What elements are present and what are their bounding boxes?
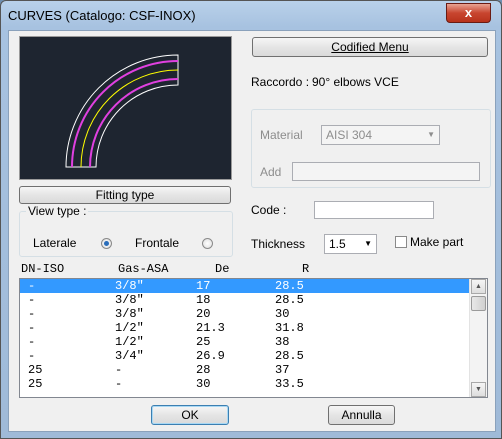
cell-gas-asa: -	[115, 363, 123, 377]
cell-r: 33.5	[275, 377, 304, 391]
elbow-preview	[19, 36, 232, 180]
cell-dn-iso: 25	[28, 363, 43, 377]
window-title: CURVES (Catalogo: CSF-INOX)	[8, 8, 196, 23]
dialog-window: CURVES (Catalogo: CSF-INOX) x Codified M…	[0, 0, 502, 439]
cell-de: 18	[196, 293, 211, 307]
elbow-inner-wall	[71, 60, 179, 168]
elbow-centerline	[80, 69, 179, 168]
ok-label: OK	[181, 408, 199, 422]
material-group: Material AISI 304 ▼ Add	[251, 109, 491, 188]
dialog-body: Codified Menu Raccordo : 90° elbows VCE …	[8, 30, 496, 432]
cell-r: 31.8	[275, 321, 304, 335]
title-bar[interactable]: CURVES (Catalogo: CSF-INOX) x	[1, 1, 501, 29]
cell-gas-asa: 3/4"	[115, 349, 144, 363]
thickness-value: 1.5	[329, 237, 346, 251]
cancel-label: Annulla	[341, 408, 382, 422]
cell-de: 30	[196, 377, 211, 391]
cell-dn-iso: -	[28, 307, 36, 321]
close-button[interactable]: x	[446, 3, 491, 23]
cell-de: 20	[196, 307, 211, 321]
table-row[interactable]: - 1/2" 21.3 31.8	[20, 321, 470, 335]
scroll-thumb[interactable]	[471, 296, 486, 311]
cell-dn-iso: -	[28, 279, 36, 293]
cell-de: 25	[196, 335, 211, 349]
cell-r: 28.5	[275, 293, 304, 307]
cell-gas-asa: 1/2"	[115, 321, 144, 335]
table-row[interactable]: 25 - 28 37	[20, 363, 470, 377]
table-row[interactable]: - 3/4" 26.9 28.5	[20, 349, 470, 363]
thickness-select[interactable]: 1.5 ▼	[324, 234, 377, 254]
code-label: Code :	[251, 203, 287, 217]
cell-de: 28	[196, 363, 211, 377]
cell-dn-iso: -	[28, 293, 36, 307]
table-row[interactable]: - 3/8" 18 28.5	[20, 293, 470, 307]
table-row[interactable]: - 3/8" 17 28.5	[20, 279, 470, 293]
cell-r: 38	[275, 335, 290, 349]
cell-dn-iso: -	[28, 335, 36, 349]
cell-gas-asa: 3/8"	[115, 307, 144, 321]
material-select[interactable]: AISI 304 ▼	[321, 125, 440, 145]
vertical-scrollbar[interactable]: ▲ ▼	[469, 279, 487, 397]
scroll-up-icon[interactable]: ▲	[471, 279, 486, 294]
cell-dn-iso: -	[28, 321, 36, 335]
column-header-dn-iso: DN-ISO	[21, 262, 65, 276]
cancel-button[interactable]: Annulla	[328, 405, 395, 425]
add-field[interactable]	[292, 162, 480, 181]
elbow-drawing	[65, 54, 179, 168]
view-type-group: View type : Laterale Frontale	[19, 204, 233, 257]
cell-dn-iso: 25	[28, 377, 43, 391]
make-part-checkbox[interactable]	[395, 236, 407, 248]
frontal-radio[interactable]	[202, 238, 213, 249]
chevron-down-icon: ▼	[427, 130, 435, 139]
sizes-list[interactable]: - 3/8" 17 28.5 - 3/8" 18 28.5 - 3/8" 20 …	[19, 278, 488, 398]
material-value: AISI 304	[326, 128, 373, 142]
column-header-de: De	[215, 262, 230, 276]
cell-r: 37	[275, 363, 290, 377]
ok-button[interactable]: OK	[151, 405, 229, 425]
cell-de: 26.9	[196, 349, 225, 363]
code-field[interactable]	[314, 201, 434, 219]
lateral-radio[interactable]	[101, 238, 112, 249]
table-row[interactable]: 25 - 30 33.5	[20, 377, 470, 391]
codified-menu-button[interactable]: Codified Menu	[252, 37, 488, 57]
raccordo-value: 90° elbows VCE	[312, 75, 399, 89]
cell-r: 30	[275, 307, 290, 321]
column-header-r: R	[302, 262, 310, 276]
cell-de: 17	[196, 279, 211, 293]
frontal-label: Frontale	[135, 236, 180, 250]
thickness-label: Thickness	[251, 237, 306, 251]
cell-r: 28.5	[275, 349, 304, 363]
column-header-gas-asa: Gas-ASA	[118, 262, 169, 276]
raccordo-label: Raccordo :	[251, 75, 310, 89]
view-type-label: View type :	[26, 204, 89, 218]
table-header: DN-ISO Gas-ASA De R	[19, 262, 489, 278]
table-row[interactable]: - 1/2" 25 38	[20, 335, 470, 349]
lateral-label: Laterale	[33, 236, 77, 250]
scroll-down-icon[interactable]: ▼	[471, 382, 486, 397]
cell-gas-asa: 3/8"	[115, 293, 144, 307]
fitting-type-button[interactable]: Fitting type	[19, 186, 231, 204]
make-part-label: Make part	[410, 235, 464, 249]
cell-gas-asa: 1/2"	[115, 335, 144, 349]
codified-menu-label: Codified Menu	[331, 40, 409, 54]
chevron-down-icon: ▼	[364, 239, 372, 248]
cell-de: 21.3	[196, 321, 225, 335]
cell-gas-asa: 3/8"	[115, 279, 144, 293]
material-label: Material	[260, 128, 303, 142]
cell-gas-asa: -	[115, 377, 123, 391]
table-row[interactable]: - 3/8" 20 30	[20, 307, 470, 321]
fitting-type-label: Fitting type	[95, 188, 155, 202]
add-label: Add	[260, 165, 282, 179]
cell-dn-iso: -	[28, 349, 36, 363]
cell-r: 28.5	[275, 279, 304, 293]
